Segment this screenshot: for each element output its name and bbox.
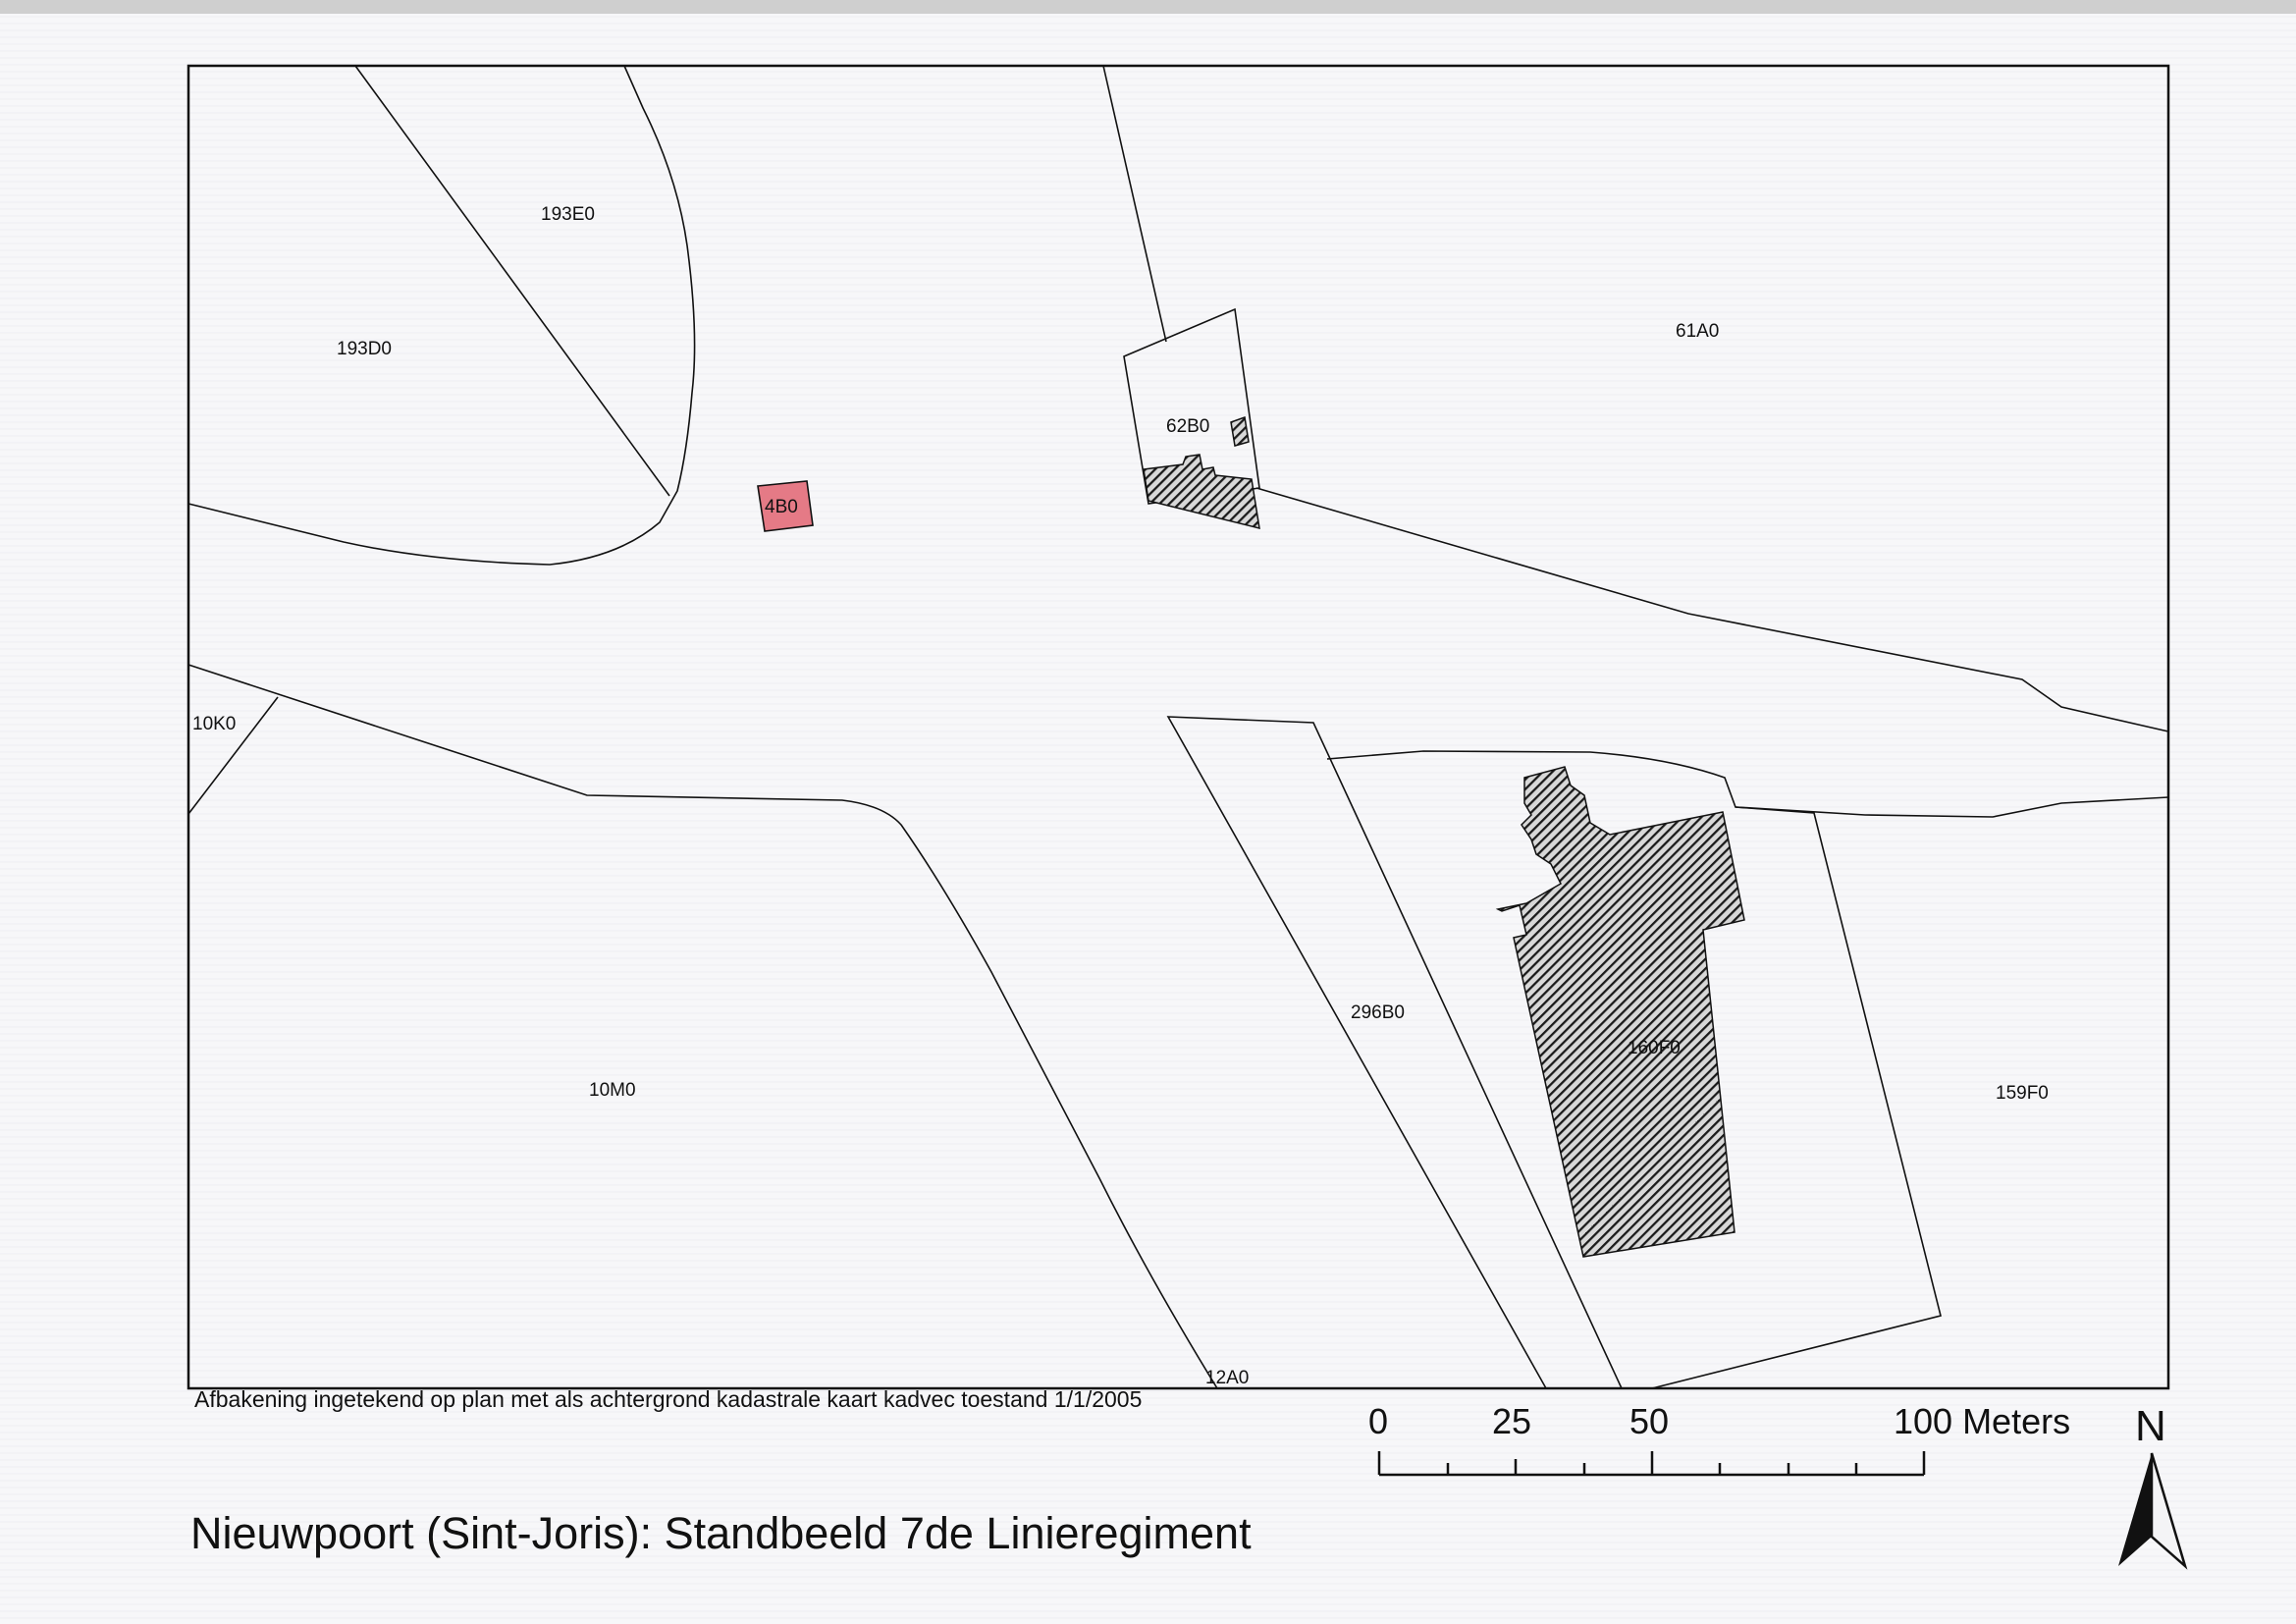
scale-label-50: 50 xyxy=(1629,1401,1669,1441)
map-title: Nieuwpoort (Sint-Joris): Standbeeld 7de … xyxy=(190,1508,1252,1558)
scale-label-25: 25 xyxy=(1492,1401,1531,1441)
building-160F0 xyxy=(1495,766,1745,1258)
north-arrow-icon: N xyxy=(2118,1402,2188,1570)
parcel-label-193D0: 193D0 xyxy=(337,339,392,359)
parcel-label-61A0: 61A0 xyxy=(1676,321,1719,342)
parcel-label-296B0: 296B0 xyxy=(1351,1002,1405,1023)
parcel-label-10K0: 10K0 xyxy=(192,714,236,734)
building-small xyxy=(1230,415,1250,447)
parcel-boundaries xyxy=(187,65,2169,1389)
parcel-label-4B0: 4B0 xyxy=(765,497,798,517)
scale-label-0: 0 xyxy=(1368,1401,1388,1441)
parcel-label-160F0: 160F0 xyxy=(1628,1038,1681,1058)
cadastral-map: 193E0 193D0 61A0 62B0 4B0 10K0 296B0 160… xyxy=(187,64,2188,1570)
map-frame xyxy=(187,64,2170,1390)
parcel-label-193E0: 193E0 xyxy=(541,204,595,225)
parcel-label-10M0: 10M0 xyxy=(589,1080,636,1101)
parcel-label-62B0: 62B0 xyxy=(1166,416,1209,437)
north-label: N xyxy=(2135,1402,2166,1450)
building-62B0 xyxy=(1143,454,1260,530)
map-note: Afbakening ingetekend op plan met als ac… xyxy=(194,1386,1143,1412)
scale-bar: 0 25 50 100 Meters xyxy=(1368,1401,2070,1477)
parcel-label-159F0: 159F0 xyxy=(1996,1083,2049,1104)
scale-label-100-meters: 100 Meters xyxy=(1894,1401,2070,1441)
parcel-label-12A0: 12A0 xyxy=(1205,1368,1249,1388)
